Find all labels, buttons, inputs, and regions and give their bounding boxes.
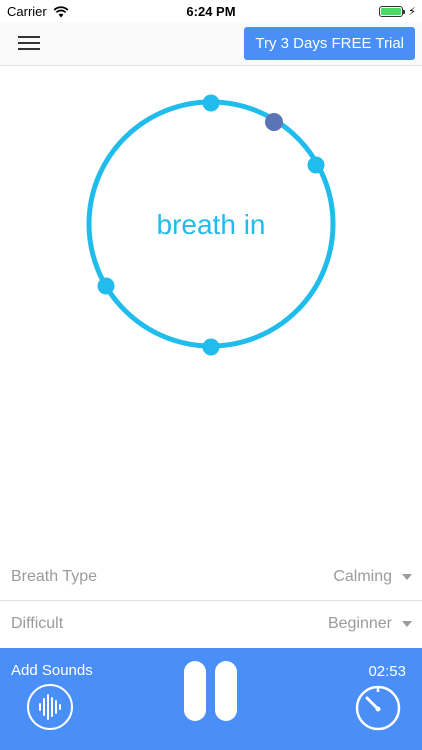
difficulty-label: Difficult <box>11 615 64 632</box>
battery-icon <box>379 6 406 17</box>
settings-list: Breath Type Calming Difficult Beginner <box>0 554 422 648</box>
timer-readout: 02:53 <box>368 663 406 680</box>
menu-line <box>18 36 40 38</box>
status-bar: Carrier 6:24 PM ⚡ <box>0 0 422 22</box>
difficulty-row[interactable]: Difficult Beginner <box>0 601 422 648</box>
pause-icon <box>215 661 237 721</box>
chevron-down-icon <box>402 574 412 580</box>
breath-type-row[interactable]: Breath Type Calming <box>0 554 422 601</box>
menu-line <box>18 48 40 50</box>
pause-icon <box>184 661 206 721</box>
nav-bar: Try 3 Days FREE Trial <box>0 22 422 66</box>
breath-dot-right <box>307 156 325 174</box>
breath-dot-left <box>97 277 115 295</box>
add-sounds-label: Add Sounds <box>11 662 93 679</box>
breath-type-dropdown[interactable]: Calming <box>333 568 392 586</box>
breath-dot-active <box>265 113 283 131</box>
breath-circle-graphic: breath in <box>86 94 336 356</box>
sound-wave-icon <box>39 694 61 720</box>
status-right: ⚡ <box>379 5 416 18</box>
breath-instruction: breath in <box>157 209 266 240</box>
stopwatch-icon <box>355 685 401 731</box>
pause-button[interactable] <box>181 661 241 723</box>
difficulty-dropdown[interactable]: Beginner <box>328 615 392 633</box>
menu-line <box>18 42 40 44</box>
battery-fill <box>381 8 402 15</box>
free-trial-button[interactable]: Try 3 Days FREE Trial <box>244 27 415 60</box>
breathing-screen: Carrier 6:24 PM ⚡ Try 3 Days FREE Trial <box>0 0 422 750</box>
control-bar: Add Sounds 02:53 <box>0 648 422 750</box>
timer-button[interactable] <box>354 684 402 732</box>
chevron-down-icon <box>402 621 412 627</box>
breath-dot-bottom <box>202 338 220 356</box>
breath-type-label: Breath Type <box>11 568 97 585</box>
status-time: 6:24 PM <box>186 4 236 19</box>
charging-bolt-icon: ⚡ <box>408 6 416 18</box>
hamburger-menu-icon[interactable] <box>18 36 40 52</box>
add-sounds-button[interactable] <box>27 684 73 730</box>
breath-dot-top <box>202 94 220 112</box>
